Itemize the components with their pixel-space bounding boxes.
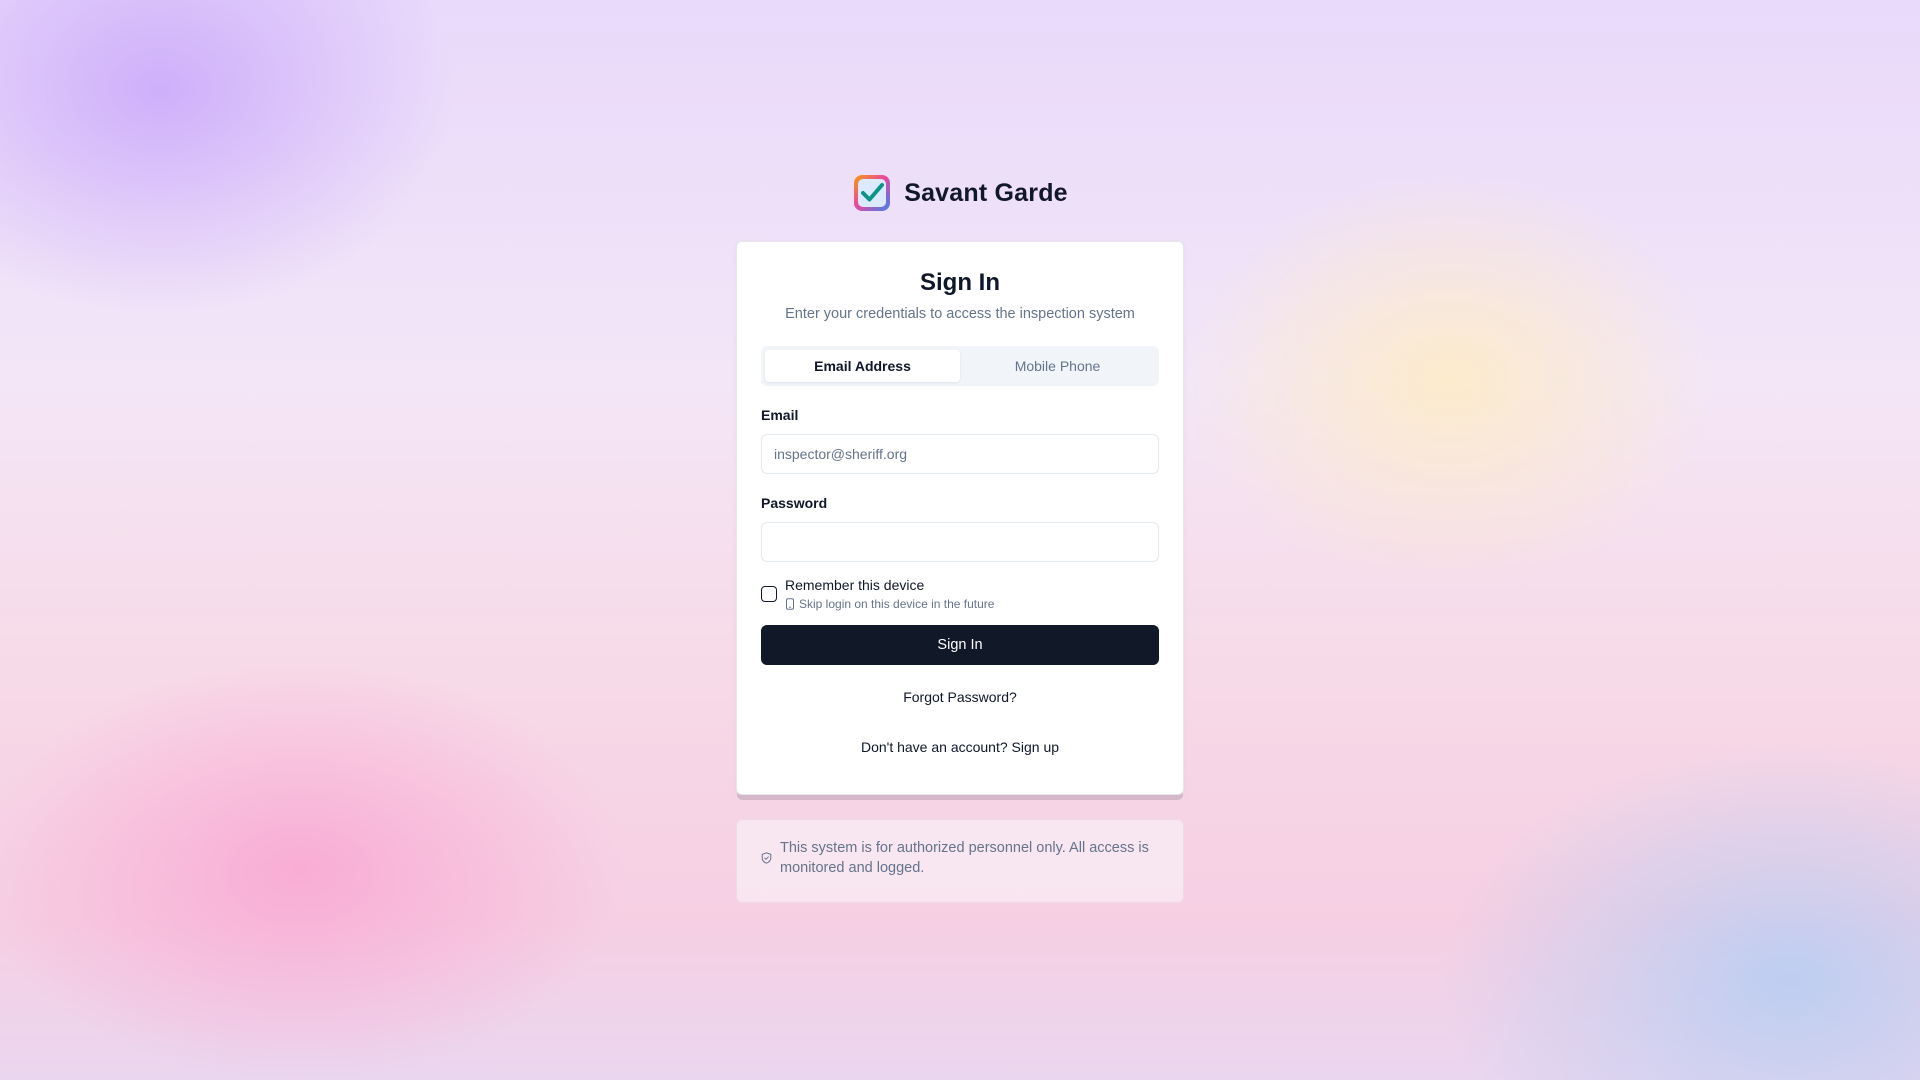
shield-icon [761,852,772,864]
signup-prompt: Don't have an account? [860,739,1008,755]
remember-device-hint-text: Skip login on this device in the future [799,597,995,611]
password-field-group: Password [761,494,1159,562]
email-field-group: Email [761,406,1159,474]
brand-header: Savant Garde [736,172,1184,214]
remember-device-hint: Skip login on this device in the future [785,597,994,611]
sign-up-link[interactable]: Sign up [1012,739,1059,755]
checkbox-logo-icon [854,175,891,211]
remember-device-label[interactable]: Remember this device [785,576,994,594]
phone-icon [786,598,794,610]
card-subtitle: Enter your credentials to access the ins… [785,306,1135,322]
signin-card: Sign In Enter your credentials to access… [736,241,1184,795]
forgot-password-link[interactable]: Forgot Password? [761,689,1159,705]
login-method-tabs: Email Address Mobile Phone [761,346,1159,386]
card-title: Sign In [920,269,1000,296]
email-input[interactable] [761,434,1159,474]
tab-email-address[interactable]: Email Address [765,350,960,382]
tab-mobile-phone[interactable]: Mobile Phone [960,350,1155,382]
brand-name: Savant Garde [904,178,1068,207]
email-label: Email [761,407,799,423]
remember-device-row: Remember this device Skip login on this … [761,576,1159,611]
remember-device-text: Remember this device Skip login on this … [785,576,994,611]
security-notice: This system is for authorized personnel … [736,819,1184,903]
login-container: Savant Garde Sign In Enter your credenti… [736,172,1184,903]
password-label: Password [761,495,828,511]
password-input[interactable] [761,522,1159,562]
remember-device-checkbox[interactable] [761,585,777,602]
signup-row: Don't have an account? Sign up [761,739,1159,755]
security-notice-text: This system is for authorized personnel … [780,840,1149,876]
sign-in-button[interactable]: Sign In [761,625,1159,665]
